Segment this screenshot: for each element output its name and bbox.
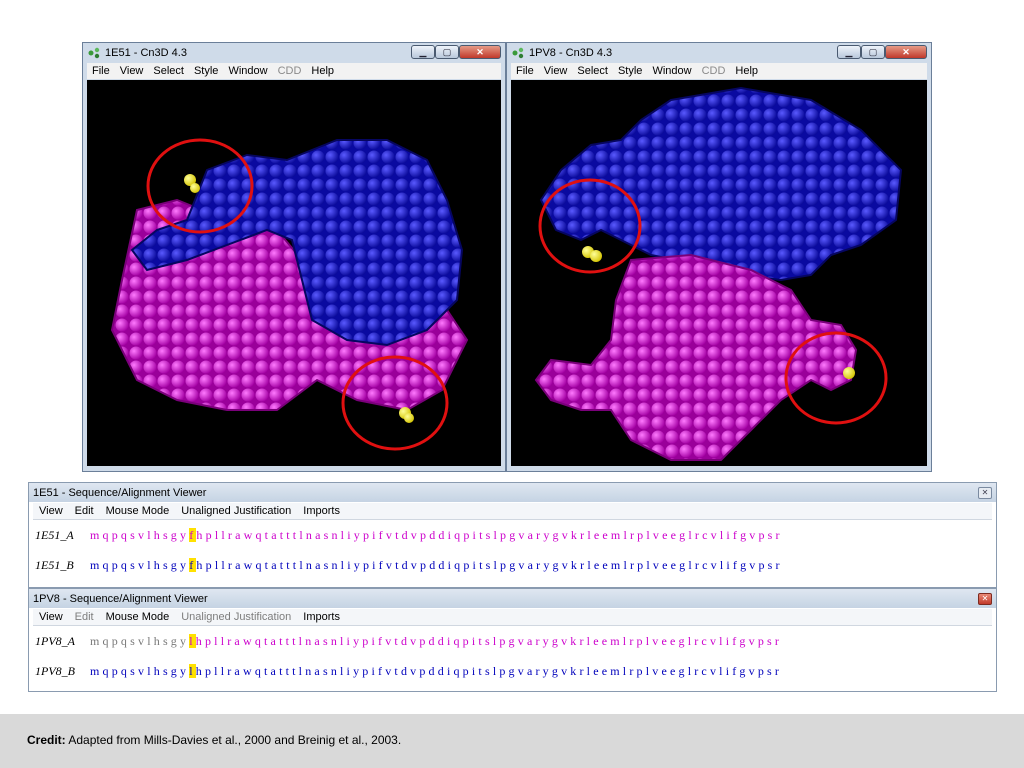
maximize-button[interactable]: ▢ bbox=[435, 45, 459, 59]
menu-style[interactable]: Style bbox=[613, 63, 647, 77]
menu-view[interactable]: View bbox=[115, 63, 149, 77]
menu-view[interactable]: View bbox=[33, 609, 69, 623]
sequence-row[interactable]: 1PV8_B mqpqsvlhsgylhpllrawqtatttlnasnliy… bbox=[33, 661, 992, 681]
menu-select[interactable]: Select bbox=[148, 63, 189, 77]
sequence-row[interactable]: 1E51_A mqpqsvlhsgyfhpllrawqtatttlnasnliy… bbox=[33, 525, 992, 545]
structure-viewport[interactable] bbox=[511, 80, 927, 466]
sequence-text: mqpqsvlhsgylhpllrawqtatttlnasnliypifvtdv… bbox=[90, 634, 783, 648]
sequence-text: mqpqsvlhsgylhpllrawqtatttlnasnliypifvtdv… bbox=[90, 664, 783, 678]
menu-unaligned-justification: Unaligned Justification bbox=[181, 611, 292, 623]
protein-structure-render bbox=[534, 86, 903, 461]
cn3d-window-1e51: 1E51 - Cn3D 4.3 ▁ ▢ ✕ File View Select Styl… bbox=[82, 42, 506, 472]
cn3d-window-1pv8: 1PV8 - Cn3D 4.3 ▁ ▢ ✕ File View Select Styl… bbox=[506, 42, 932, 472]
title-bar[interactable]: 1E51 - Cn3D 4.3 ▁ ▢ ✕ bbox=[83, 43, 505, 63]
protein-structure-render bbox=[110, 138, 469, 451]
window-title: 1E51 - Cn3D 4.3 bbox=[105, 47, 187, 59]
menu-window[interactable]: Window bbox=[223, 63, 272, 77]
menu-help[interactable]: Help bbox=[730, 63, 763, 77]
menu-bar: File View Select Style Window CDD Help bbox=[511, 63, 927, 79]
menu-cdd: CDD bbox=[277, 65, 302, 77]
seq-window-title: 1PV8 - Sequence/Alignment Viewer bbox=[33, 593, 208, 605]
maximize-button[interactable]: ▢ bbox=[861, 45, 885, 59]
menu-window[interactable]: Window bbox=[647, 63, 696, 77]
close-button[interactable]: ✕ bbox=[459, 45, 501, 59]
molecule-icon bbox=[88, 47, 100, 59]
menu-view[interactable]: View bbox=[539, 63, 573, 77]
menu-unaligned-justification[interactable]: Unaligned Justification bbox=[175, 503, 297, 517]
menu-bar: File View Select Style Window CDD Help bbox=[87, 63, 501, 79]
seq-title-bar[interactable]: 1E51 - Sequence/Alignment Viewer ✕ bbox=[29, 483, 996, 502]
credit-text: Adapted from Mills-Davies et al., 2000 a… bbox=[68, 733, 402, 747]
menu-edit[interactable]: Edit bbox=[69, 503, 100, 517]
seq-menu-bar: View Edit Mouse Mode Unaligned Justificatio… bbox=[33, 609, 992, 626]
menu-imports[interactable]: Imports bbox=[297, 609, 346, 623]
sequence-text: mqpqsvlhsgyfhpllrawqtatttlnasnliypifvtdv… bbox=[90, 528, 783, 542]
menu-cdd: CDD bbox=[701, 65, 726, 77]
close-button[interactable]: ✕ bbox=[885, 45, 927, 59]
menu-mouse-mode[interactable]: Mouse Mode bbox=[100, 503, 176, 517]
menu-file[interactable]: File bbox=[87, 63, 115, 77]
window-title: 1PV8 - Cn3D 4.3 bbox=[529, 47, 613, 59]
menu-mouse-mode[interactable]: Mouse Mode bbox=[100, 609, 176, 623]
menu-file[interactable]: File bbox=[511, 63, 539, 77]
minimize-button[interactable]: ▁ bbox=[837, 45, 861, 59]
chain-a-magenta bbox=[534, 253, 858, 461]
structure-viewport[interactable] bbox=[87, 80, 501, 466]
sequence-viewer-1pv8: 1PV8 - Sequence/Alignment Viewer ✕ View E… bbox=[28, 588, 997, 692]
title-bar[interactable]: 1PV8 - Cn3D 4.3 ▁ ▢ ✕ bbox=[507, 43, 931, 63]
credit-label: Credit: bbox=[27, 733, 66, 747]
sequence-label: 1E51_B bbox=[35, 558, 74, 572]
menu-imports[interactable]: Imports bbox=[297, 503, 346, 517]
minimize-button[interactable]: ▁ bbox=[411, 45, 435, 59]
seq-menu-bar: View Edit Mouse Mode Unaligned Justificatio… bbox=[33, 503, 992, 520]
seq-window-title: 1E51 - Sequence/Alignment Viewer bbox=[33, 487, 207, 499]
seq-title-bar[interactable]: 1PV8 - Sequence/Alignment Viewer ✕ bbox=[29, 589, 996, 608]
menu-edit: Edit bbox=[74, 611, 94, 623]
highlight-residue bbox=[843, 367, 855, 379]
close-button[interactable]: ✕ bbox=[978, 487, 992, 499]
sequence-label: 1E51_A bbox=[35, 528, 74, 542]
menu-select[interactable]: Select bbox=[572, 63, 613, 77]
credit-line: Credit: Adapted from Mills-Davies et al.… bbox=[27, 733, 401, 747]
menu-help[interactable]: Help bbox=[306, 63, 339, 77]
menu-view[interactable]: View bbox=[33, 503, 69, 517]
molecule-icon bbox=[512, 47, 524, 59]
close-button[interactable]: ✕ bbox=[978, 593, 992, 605]
sequence-row[interactable]: 1PV8_A mqpqsvlhsgylhpllrawqtatttlnasnliy… bbox=[33, 631, 992, 651]
sequence-label: 1PV8_B bbox=[35, 664, 75, 678]
menu-style[interactable]: Style bbox=[189, 63, 223, 77]
sequence-label: 1PV8_A bbox=[35, 634, 75, 648]
sequence-text: mqpqsvlhsgyfhpllrawqtatttlnasnliypifvtdv… bbox=[90, 558, 783, 572]
sequence-row[interactable]: 1E51_B mqpqsvlhsgyfhpllrawqtatttlnasnliy… bbox=[33, 555, 992, 575]
sequence-viewer-1e51: 1E51 - Sequence/Alignment Viewer ✕ View E… bbox=[28, 482, 997, 588]
